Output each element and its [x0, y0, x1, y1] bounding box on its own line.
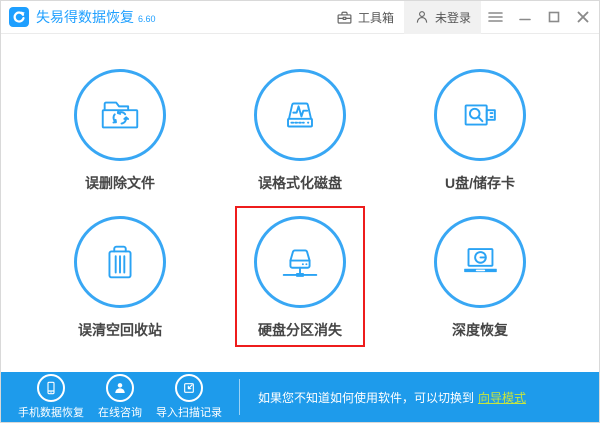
recycle-bin-icon: [97, 239, 143, 285]
mode-circle: [434, 69, 526, 161]
user-icon: [414, 9, 430, 25]
app-logo-icon: [9, 7, 29, 27]
toolbox-icon: [336, 9, 353, 26]
toolbox-label: 工具箱: [358, 9, 394, 26]
minimize-icon: [519, 11, 531, 23]
action-label: 导入扫描记录: [156, 404, 222, 420]
minimize-button[interactable]: [510, 1, 539, 34]
close-button[interactable]: [568, 1, 597, 34]
login-button[interactable]: 未登录: [404, 1, 481, 34]
mode-circle: [254, 69, 346, 161]
menu-button[interactable]: [481, 1, 510, 34]
usb-card-icon: [457, 92, 503, 138]
mode-circle: [74, 69, 166, 161]
footer-divider: [239, 379, 240, 415]
action-circle: [175, 374, 203, 402]
app-window: 失易得数据恢复 6.60 工具箱 未登录: [0, 0, 600, 423]
mode-deleted-files[interactable]: 误删除文件: [55, 59, 185, 200]
footer-bar: 手机数据恢复 在线咨询 导入扫描记录 如果您不知道如何使用软件，可以切: [1, 372, 599, 422]
mode-label: 误清空回收站: [78, 320, 162, 340]
wizard-mode-link[interactable]: 向导模式: [478, 391, 526, 405]
deep-recovery-icon: [457, 239, 503, 285]
login-label: 未登录: [435, 9, 471, 26]
action-circle: [37, 374, 65, 402]
import-icon: [181, 380, 197, 396]
mode-label: 误格式化磁盘: [258, 173, 342, 193]
action-label: 在线咨询: [98, 404, 142, 420]
phone-icon: [43, 380, 59, 396]
mode-label: 硬盘分区消失: [258, 320, 342, 340]
mode-formatted-disk[interactable]: 误格式化磁盘: [235, 59, 365, 200]
mode-circle: [254, 216, 346, 308]
mode-deep-recovery[interactable]: 深度恢复: [415, 206, 545, 347]
mode-label: U盘/储存卡: [445, 173, 515, 193]
disk-format-icon: [277, 92, 323, 138]
mode-usb-card[interactable]: U盘/储存卡: [415, 59, 545, 200]
recovery-mode-grid: 误删除文件 误格式化磁盘: [1, 34, 599, 372]
hamburger-icon: [488, 11, 503, 23]
wizard-hint-text: 如果您不知道如何使用软件，可以切换到: [258, 391, 474, 405]
action-label: 手机数据恢复: [18, 404, 84, 420]
mode-label: 误删除文件: [85, 173, 155, 193]
mode-recycle-bin[interactable]: 误清空回收站: [55, 206, 185, 347]
folder-restore-icon: [97, 92, 143, 138]
mode-circle: [74, 216, 166, 308]
wizard-hint: 如果您不知道如何使用软件，可以切换到向导模式: [258, 389, 526, 406]
mode-circle: [434, 216, 526, 308]
app-title: 失易得数据恢复: [36, 7, 134, 27]
action-circle: [106, 374, 134, 402]
action-import-scan[interactable]: 导入扫描记录: [156, 374, 222, 420]
toolbox-button[interactable]: 工具箱: [326, 1, 404, 34]
app-version: 6.60: [138, 14, 156, 24]
action-phone-recovery[interactable]: 手机数据恢复: [18, 374, 84, 420]
consult-person-icon: [112, 380, 128, 396]
maximize-icon: [548, 11, 560, 23]
close-icon: [577, 11, 589, 23]
mode-label: 深度恢复: [452, 320, 508, 340]
maximize-button[interactable]: [539, 1, 568, 34]
mode-partition-lost[interactable]: 硬盘分区消失: [235, 206, 365, 347]
titlebar: 失易得数据恢复 6.60 工具箱 未登录: [1, 1, 599, 34]
partition-lost-icon: [277, 239, 323, 285]
action-online-consult[interactable]: 在线咨询: [98, 374, 142, 420]
